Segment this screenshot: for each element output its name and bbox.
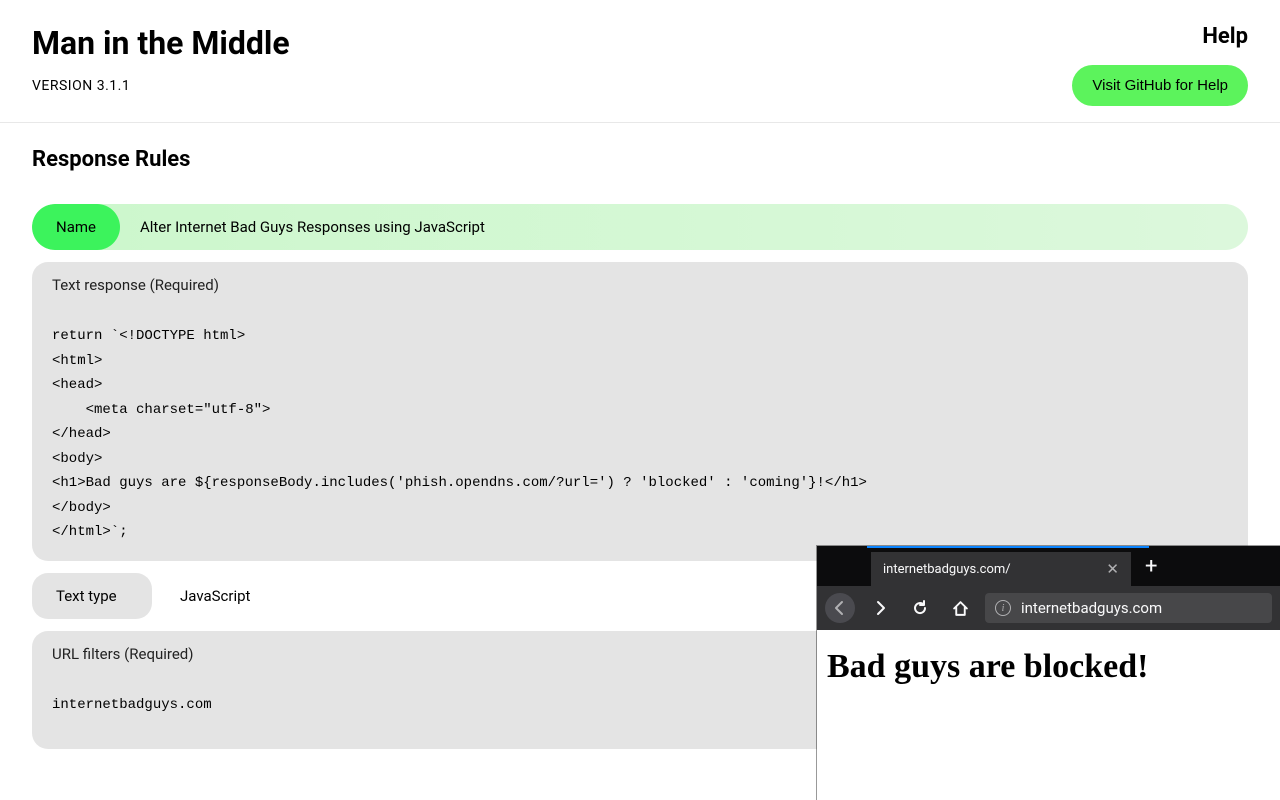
- close-icon[interactable]: ✕: [1106, 560, 1119, 578]
- browser-tab-strip: internetbadguys.com/ ✕ +: [817, 546, 1280, 586]
- text-type-value[interactable]: JavaScript: [152, 573, 278, 619]
- rule-name-row[interactable]: Name Alter Internet Bad Guys Responses u…: [32, 204, 1248, 250]
- tab-active-indicator: [867, 546, 1149, 548]
- name-chip: Name: [32, 204, 120, 250]
- new-tab-button[interactable]: +: [1131, 554, 1171, 579]
- home-icon[interactable]: [945, 593, 975, 623]
- address-bar[interactable]: i internetbadguys.com: [985, 593, 1272, 623]
- text-response-input[interactable]: return `<!DOCTYPE html> <html> <head> <m…: [32, 308, 1248, 561]
- reload-icon[interactable]: [905, 593, 935, 623]
- address-text: internetbadguys.com: [1021, 599, 1162, 617]
- browser-preview-window: internetbadguys.com/ ✕ + i internetbadgu…: [817, 546, 1280, 800]
- info-icon[interactable]: i: [995, 600, 1011, 616]
- app-version: VERSION 3.1.1: [32, 78, 290, 94]
- github-help-button[interactable]: Visit GitHub for Help: [1072, 65, 1248, 106]
- back-icon[interactable]: [825, 593, 855, 623]
- browser-tab[interactable]: internetbadguys.com/ ✕: [871, 552, 1131, 586]
- browser-toolbar: i internetbadguys.com: [817, 586, 1280, 630]
- text-response-label: Text response (Required): [32, 262, 1248, 308]
- browser-page-content: Bad guys are blocked!: [817, 630, 1280, 800]
- app-title: Man in the Middle: [32, 24, 290, 62]
- page-heading: Bad guys are blocked!: [827, 648, 1270, 686]
- text-type-label: Text type: [32, 573, 152, 619]
- rule-name-text: Alter Internet Bad Guys Responses using …: [120, 204, 505, 250]
- forward-icon[interactable]: [865, 593, 895, 623]
- section-title: Response Rules: [32, 147, 1248, 172]
- help-title: Help: [1072, 24, 1248, 49]
- tab-title: internetbadguys.com/: [883, 562, 1011, 577]
